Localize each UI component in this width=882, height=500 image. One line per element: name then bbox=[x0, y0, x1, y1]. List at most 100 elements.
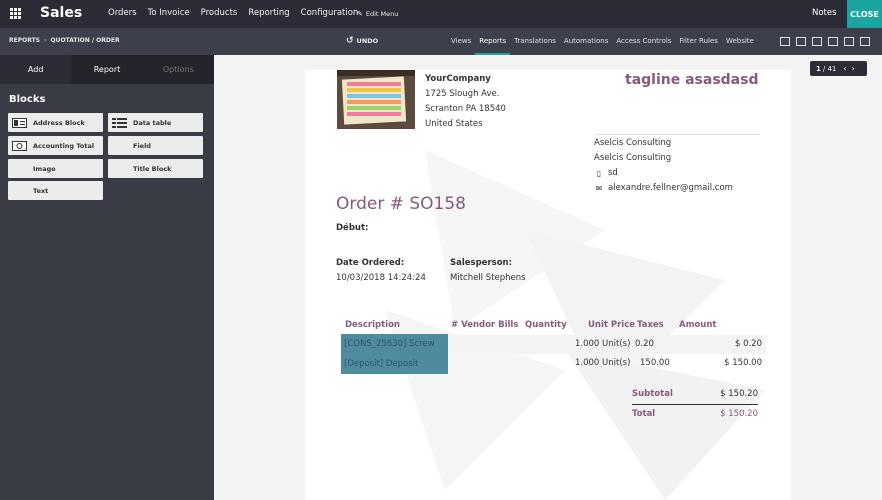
edit-menu-label: Edit Menu bbox=[365, 10, 399, 18]
studio-tabs: Views Reports Translations Automations A… bbox=[447, 28, 758, 55]
block-label: Text bbox=[33, 186, 49, 195]
menu-reporting[interactable]: Reporting bbox=[248, 8, 289, 18]
undo-button[interactable]: ↺ UNDO bbox=[346, 36, 378, 46]
pencil-icon: ✎ bbox=[357, 10, 363, 18]
sidebar-tab-report[interactable]: Report bbox=[71, 55, 143, 84]
report-page: YourCompany 1725 Slough Ave. Scranton PA… bbox=[305, 70, 791, 500]
pager-current[interactable]: 1 bbox=[816, 65, 821, 73]
chevron-right-icon[interactable]: › bbox=[852, 64, 855, 73]
block-label: Address Block bbox=[33, 118, 85, 127]
tab-reports[interactable]: Reports bbox=[475, 28, 511, 55]
pager-total: / 41 bbox=[822, 64, 837, 73]
sidebar-tabs: Add Report Options bbox=[0, 55, 214, 84]
block-field[interactable]: Field bbox=[108, 136, 203, 155]
pivot-view-icon[interactable] bbox=[860, 37, 870, 46]
salesperson-label[interactable]: Salesperson: bbox=[450, 258, 512, 268]
customer-line-1: Aselcis Consulting bbox=[594, 138, 672, 148]
col-taxes[interactable]: Taxes bbox=[637, 320, 664, 330]
breadcrumb: REPORTS › QUOTATION / ORDER bbox=[9, 37, 120, 44]
row-description[interactable]: [CONS_25630] Screw bbox=[344, 339, 435, 349]
block-title[interactable]: Title Block bbox=[108, 159, 203, 178]
tab-views[interactable]: Views bbox=[447, 28, 475, 55]
subtotal-label: Subtotal bbox=[632, 389, 673, 399]
sidebar-tab-add[interactable]: Add bbox=[0, 55, 72, 84]
company-tagline[interactable]: tagline asasdasd bbox=[625, 72, 758, 88]
row-taxes: 0.20 bbox=[635, 339, 654, 349]
col-amount[interactable]: Amount bbox=[679, 320, 716, 330]
block-label: Field bbox=[133, 141, 151, 150]
menu-products[interactable]: Products bbox=[201, 8, 238, 18]
customer-address[interactable]: Aselcis Consulting Aselcis Consulting ▯ s… bbox=[594, 136, 733, 196]
total-row: Total $ 150.20 bbox=[632, 409, 758, 427]
tab-website[interactable]: Website bbox=[722, 28, 758, 55]
salesperson-value[interactable]: Mitchell Stephens bbox=[450, 273, 526, 283]
app-brand[interactable]: Sales bbox=[40, 5, 82, 21]
subtotal-value: $ 150.20 bbox=[720, 389, 758, 399]
debut-label[interactable]: Début: bbox=[336, 223, 368, 233]
customer-phone: sd bbox=[608, 168, 618, 178]
tab-filter-rules[interactable]: Filter Rules bbox=[675, 28, 721, 55]
menu-configuration[interactable]: Configuration bbox=[301, 8, 359, 18]
form-view-icon[interactable] bbox=[780, 37, 790, 46]
row-quantity: 1.000 Unit(s) bbox=[575, 358, 631, 368]
tab-access-controls[interactable]: Access Controls bbox=[612, 28, 675, 55]
blocks-heading: Blocks bbox=[9, 94, 46, 105]
top-navbar: Sales Orders To Invoice Products Reporti… bbox=[0, 0, 882, 28]
block-data-table[interactable]: Data table bbox=[108, 113, 203, 132]
block-text[interactable]: Text bbox=[8, 181, 103, 200]
breadcrumb-reports[interactable]: REPORTS bbox=[9, 37, 40, 44]
date-ordered-label[interactable]: Date Ordered: bbox=[336, 258, 404, 268]
company-street: 1725 Slough Ave. bbox=[425, 89, 500, 99]
col-unit-price[interactable]: Unit Price bbox=[588, 320, 635, 330]
total-label: Total bbox=[632, 409, 656, 419]
row-amount: $ 0.20 bbox=[734, 339, 762, 349]
col-vendor-bills[interactable]: # Vendor Bills bbox=[451, 320, 518, 330]
money-icon bbox=[11, 140, 28, 151]
chevron-left-icon[interactable]: ‹ bbox=[843, 64, 846, 73]
total-value: $ 150.20 bbox=[720, 409, 758, 419]
company-logo[interactable] bbox=[337, 70, 415, 129]
menu-orders[interactable]: Orders bbox=[108, 8, 137, 18]
list-view-icon[interactable] bbox=[796, 37, 806, 46]
tab-translations[interactable]: Translations bbox=[510, 28, 560, 55]
order-title[interactable]: Order # SO158 bbox=[336, 194, 466, 214]
sidebar-tab-options[interactable]: Options bbox=[142, 55, 214, 84]
record-pager: 1 / 41 ‹ › bbox=[810, 61, 867, 76]
apps-grid-icon[interactable] bbox=[10, 8, 21, 19]
table-icon bbox=[111, 117, 128, 128]
edit-menu-button[interactable]: ✎ Edit Menu bbox=[357, 10, 398, 18]
company-country: United States bbox=[425, 119, 483, 129]
image-icon bbox=[11, 163, 28, 174]
field-icon bbox=[111, 140, 128, 151]
row-description[interactable]: [Deposit] Deposit bbox=[344, 359, 418, 369]
breadcrumb-separator-icon: › bbox=[43, 37, 47, 44]
block-label: Image bbox=[33, 164, 56, 173]
header-divider bbox=[595, 134, 759, 135]
row-amount: $ 150.00 bbox=[724, 358, 762, 368]
graph-view-icon[interactable] bbox=[844, 37, 854, 46]
block-label: Title Block bbox=[133, 164, 172, 173]
calendar-view-icon[interactable] bbox=[828, 37, 838, 46]
block-image[interactable]: Image bbox=[8, 159, 103, 178]
date-ordered-value[interactable]: 10/03/2018 14:24:24 bbox=[336, 273, 426, 283]
text-icon bbox=[11, 185, 28, 196]
block-accounting-total[interactable]: Accounting Total bbox=[8, 136, 103, 155]
view-switcher bbox=[780, 37, 876, 46]
company-address[interactable]: YourCompany 1725 Slough Ave. Scranton PA… bbox=[425, 72, 506, 132]
notes-link[interactable]: Notes bbox=[812, 8, 837, 18]
editor-sidebar: Add Report Options Blocks Address Block … bbox=[0, 55, 214, 500]
address-card-icon bbox=[11, 117, 28, 128]
customer-email: alexandre.fellner@gmail.com bbox=[608, 183, 733, 193]
menu-to-invoice[interactable]: To Invoice bbox=[148, 8, 190, 18]
tab-automations[interactable]: Automations bbox=[560, 28, 612, 55]
kanban-view-icon[interactable] bbox=[812, 37, 822, 46]
block-address[interactable]: Address Block bbox=[8, 113, 103, 132]
block-label: Data table bbox=[133, 118, 172, 127]
close-button[interactable]: CLOSE bbox=[847, 0, 882, 28]
col-description[interactable]: Description bbox=[345, 320, 400, 330]
col-quantity[interactable]: Quantity bbox=[525, 320, 567, 330]
company-city: Scranton PA 18540 bbox=[425, 104, 506, 114]
envelope-icon: ✉ bbox=[595, 184, 603, 193]
company-name: YourCompany bbox=[425, 74, 491, 84]
undo-label: UNDO bbox=[356, 37, 379, 45]
